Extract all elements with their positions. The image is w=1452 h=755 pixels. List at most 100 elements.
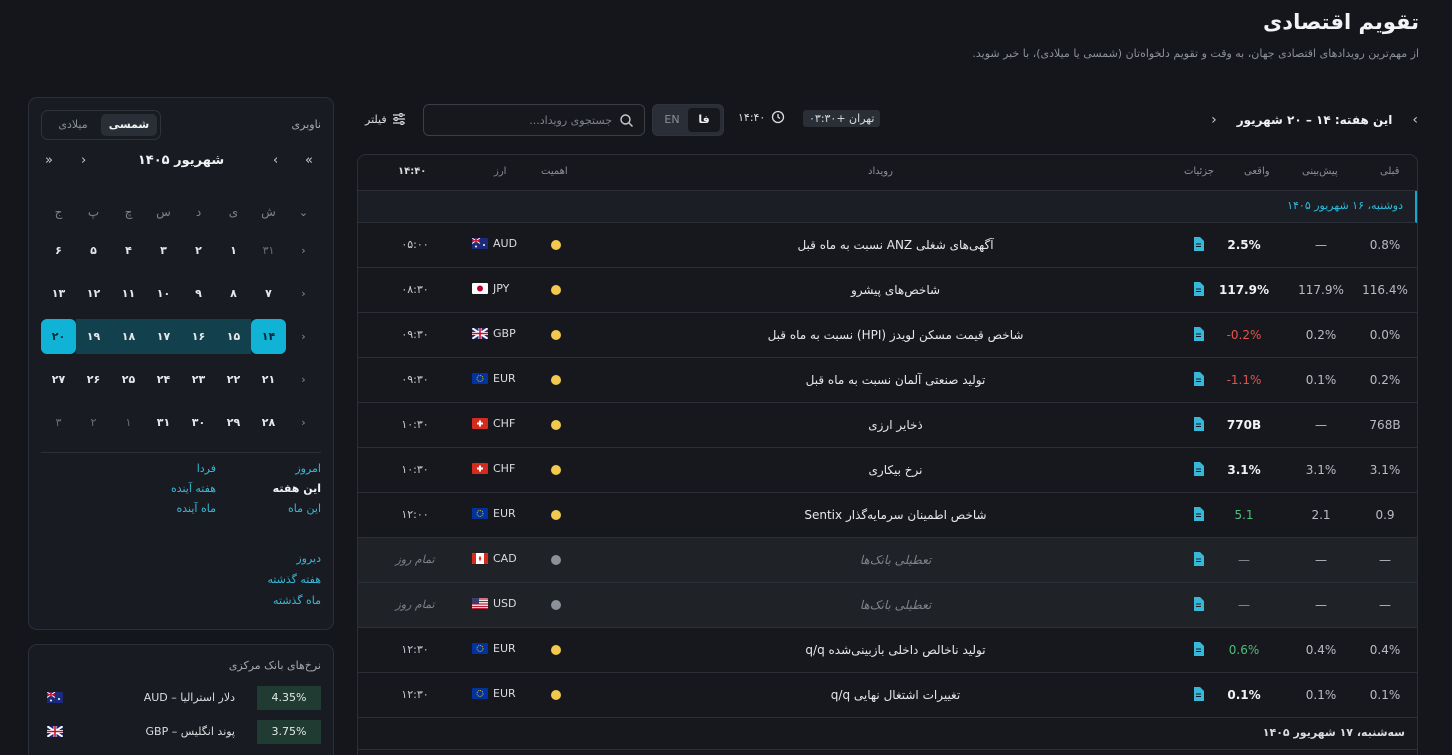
table-row[interactable]: ۰۹:۳۰ EUR تولید صنعتی آلمان نسبت به ماه … [358, 358, 1417, 403]
calendar-day[interactable]: ۷ [251, 276, 286, 311]
event-name[interactable]: شاخص اطمینان سرمایه‌گذار Sentix [608, 508, 1183, 522]
calendar-day[interactable]: ۱۶ [181, 319, 216, 354]
link-next-week[interactable]: هفته آینده [111, 482, 216, 495]
table-row[interactable]: تمام روز CAD تعطیلی بانک‌ها — — — [358, 538, 1417, 583]
calendar-day[interactable]: ۱۳ [41, 276, 76, 311]
event-name[interactable]: تولید صنعتی آلمان نسبت به ماه قبل [608, 373, 1183, 387]
clock-icon [772, 110, 785, 124]
link-this-week[interactable]: این هفته [216, 482, 321, 495]
calendar-day[interactable]: ۳۱ [146, 405, 181, 440]
table-row[interactable]: ۱۲:۳۰ EUR تولید ناخالص داخلی بازبینی‌شده… [358, 628, 1417, 673]
calendar-day[interactable]: ۳۰ [181, 405, 216, 440]
calendar-day[interactable]: ۲۶ [76, 362, 111, 397]
link-next-month[interactable]: ماه آینده [111, 502, 216, 515]
event-name[interactable]: تعطیلی بانک‌ها [608, 598, 1183, 612]
calendar-day[interactable]: ۲۵ [111, 362, 146, 397]
calendar-day[interactable]: ۵ [76, 233, 111, 268]
table-row[interactable]: ۱۰:۳۰ CHF نرخ بیکاری 3.1% 3.1% 3.1% [358, 448, 1417, 493]
week-select-icon[interactable]: ‹ [286, 362, 321, 397]
event-name[interactable]: تعطیلی بانک‌ها [608, 553, 1183, 567]
lang-en-option[interactable]: EN [656, 108, 688, 132]
calendar-type-miladi[interactable]: میلادی [45, 114, 101, 136]
previous-value: — [1379, 553, 1391, 567]
timezone-badge[interactable]: تهران +۰۳:۳۰ [803, 110, 881, 127]
document-icon[interactable] [1193, 462, 1204, 479]
document-icon[interactable] [1193, 507, 1204, 524]
previous-value: 3.1% [1369, 463, 1401, 477]
calendar-type-shamsi[interactable]: شمسی [101, 114, 157, 136]
filter-button[interactable]: فیلتر [365, 112, 406, 126]
calendar-day[interactable]: ۱۲ [76, 276, 111, 311]
week-select-icon[interactable]: ‹ [286, 233, 321, 268]
calendar-day[interactable]: ۲۹ [216, 405, 251, 440]
calendar-day[interactable]: ۹ [181, 276, 216, 311]
link-tomorrow[interactable]: فردا [111, 462, 216, 475]
event-name[interactable]: ذخایر ارزی [608, 418, 1183, 432]
calendar-day[interactable]: ۱ [111, 405, 146, 440]
calendar-day[interactable]: ۲۴ [146, 362, 181, 397]
calendar-day[interactable]: ۲۳ [181, 362, 216, 397]
table-row[interactable]: ۰۵:۰۰ AUD آگهی‌های شغلی ANZ نسبت به ماه … [358, 223, 1417, 268]
calendar-day[interactable]: ۲ [181, 233, 216, 268]
next-week-icon[interactable]: ‹ [1211, 112, 1217, 128]
event-currency: AUD [472, 237, 517, 250]
table-row[interactable]: تمام روز USD تعطیلی بانک‌ها — — — [358, 583, 1417, 628]
calendar-day[interactable]: ۶ [41, 233, 76, 268]
actual-value: 770B [1226, 418, 1262, 432]
search-input[interactable]: جستجوی رویداد... [423, 104, 645, 136]
document-icon[interactable] [1193, 282, 1204, 299]
calendar-day[interactable]: ۱۹ [76, 319, 111, 354]
document-icon[interactable] [1193, 552, 1204, 569]
calendar-day[interactable]: ۱۷ [146, 319, 181, 354]
calendar-day[interactable]: ۴ [111, 233, 146, 268]
calendar-day[interactable]: ۲۷ [41, 362, 76, 397]
event-name[interactable]: تولید ناخالص داخلی بازبینی‌شده q/q [608, 643, 1183, 657]
document-icon[interactable] [1193, 597, 1204, 614]
document-icon[interactable] [1193, 642, 1204, 659]
event-name[interactable]: شاخص قیمت مسکن لویدز (HPI) نسبت به ماه ق… [608, 328, 1183, 342]
week-select-icon[interactable]: ‹ [286, 405, 321, 440]
table-row[interactable]: ۱۲:۰۰ EUR شاخص اطمینان سرمایه‌گذار Senti… [358, 493, 1417, 538]
table-row[interactable]: ۰۹:۳۰ GBP شاخص قیمت مسکن لویدز (HPI) نسب… [358, 313, 1417, 358]
calendar-day[interactable]: ۳۱ [251, 233, 286, 268]
document-icon[interactable] [1193, 327, 1204, 344]
prev-year-icon[interactable]: « [305, 153, 313, 168]
event-name[interactable]: تغییرات اشتغال نهایی q/q [608, 688, 1183, 702]
previous-value: 0.9 [1375, 508, 1395, 522]
document-icon[interactable] [1193, 417, 1204, 434]
calendar-day[interactable]: ۲۲ [216, 362, 251, 397]
calendar-day[interactable]: ۱۱ [111, 276, 146, 311]
table-row[interactable]: ۱۰:۳۰ CHF ذخایر ارزی 770B — 768B [358, 403, 1417, 448]
table-row[interactable]: ۰۸:۳۰ JPY شاخص‌های پیشرو 117.9% 117.9% 1… [358, 268, 1417, 313]
link-last-week[interactable]: هفته گذشته [267, 573, 321, 586]
prev-month-icon[interactable]: ‹ [273, 153, 278, 168]
link-yesterday[interactable]: دیروز [267, 552, 321, 565]
document-icon[interactable] [1193, 687, 1204, 704]
calendar-day-selected-end[interactable]: ۲۰ [41, 319, 76, 354]
week-select-icon[interactable]: ‹ [286, 319, 321, 354]
calendar-day[interactable]: ۱۸ [111, 319, 146, 354]
event-name[interactable]: آگهی‌های شغلی ANZ نسبت به ماه قبل [608, 238, 1183, 252]
calendar-day[interactable]: ۳ [146, 233, 181, 268]
document-icon[interactable] [1193, 237, 1204, 254]
calendar-day[interactable]: ۲۱ [251, 362, 286, 397]
link-last-month[interactable]: ماه گذشته [267, 594, 321, 607]
link-this-month[interactable]: این ماه [216, 502, 321, 515]
calendar-day[interactable]: ۱۰ [146, 276, 181, 311]
prev-week-icon[interactable]: › [1412, 112, 1418, 128]
calendar-day[interactable]: ۲ [76, 405, 111, 440]
event-name[interactable]: نرخ بیکاری [608, 463, 1183, 477]
table-row[interactable]: ۱۲:۳۰ EUR تغییرات اشتغال نهایی q/q 0.1% … [358, 673, 1417, 718]
link-today[interactable]: امروز [216, 462, 321, 475]
weekday-header: چ [124, 205, 133, 219]
calendar-day[interactable]: ۱۵ [216, 319, 251, 354]
calendar-day-selected-start[interactable]: ۱۴ [251, 319, 286, 354]
lang-fa-option[interactable]: فا [688, 108, 720, 132]
calendar-day[interactable]: ۱ [216, 233, 251, 268]
calendar-day[interactable]: ۸ [216, 276, 251, 311]
event-name[interactable]: شاخص‌های پیشرو [608, 283, 1183, 297]
calendar-day[interactable]: ۳ [41, 405, 76, 440]
week-select-icon[interactable]: ‹ [286, 276, 321, 311]
document-icon[interactable] [1193, 372, 1204, 389]
calendar-day[interactable]: ۲۸ [251, 405, 286, 440]
